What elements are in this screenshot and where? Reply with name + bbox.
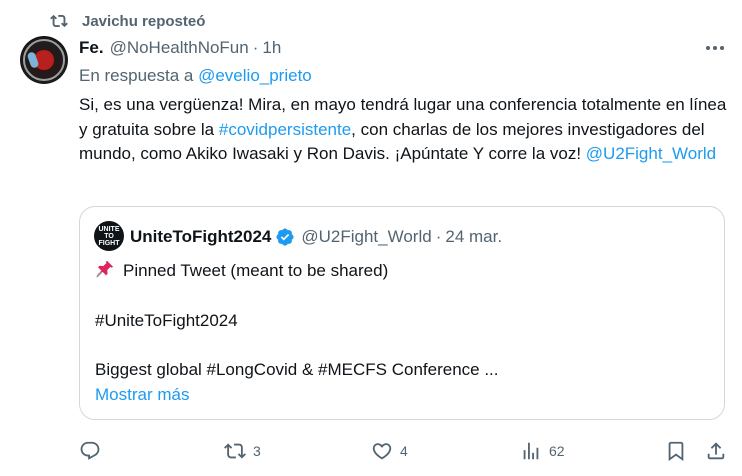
quote-time[interactable]: 24 mar. xyxy=(445,227,502,247)
repost-button[interactable]: 3 xyxy=(224,439,261,463)
tweet-text: Si, es una vergüenza! Mira, en mayo tend… xyxy=(79,93,729,167)
quote-avatar-text: UNITE TO FIGHT xyxy=(98,225,120,247)
repost-icon xyxy=(224,443,246,459)
quote-line2: #UniteToFight2024 xyxy=(95,311,238,330)
tweet-header: Fe. @NoHealthNoFun · 1h xyxy=(79,37,281,59)
reply-context: En respuesta a @evelio_prieto xyxy=(79,66,312,86)
avatar[interactable] xyxy=(20,36,68,84)
show-more-link[interactable]: Mostrar más xyxy=(95,385,189,405)
like-button[interactable]: 4 xyxy=(371,439,408,463)
reply-icon xyxy=(80,441,100,460)
views-count: 62 xyxy=(549,443,565,459)
quote-line1: Pinned Tweet (meant to be shared) xyxy=(123,261,389,280)
more-options-button[interactable] xyxy=(704,38,726,58)
pushpin-icon xyxy=(95,259,115,279)
verified-badge-icon xyxy=(275,227,295,247)
share-button[interactable] xyxy=(705,439,727,463)
author-name[interactable]: Fe. xyxy=(79,38,104,58)
share-icon xyxy=(707,442,725,460)
quote-header: UniteToFight2024 @U2Fight_World · 24 mar… xyxy=(130,226,502,248)
views-button[interactable]: 62 xyxy=(520,439,565,463)
quote-author-name[interactable]: UniteToFight2024 xyxy=(130,227,271,247)
reply-button[interactable] xyxy=(79,439,101,463)
like-count: 4 xyxy=(400,443,408,459)
views-chart-icon xyxy=(523,442,539,460)
mention-link[interactable]: @U2Fight_World xyxy=(586,144,716,163)
quote-separator-dot: · xyxy=(435,227,442,246)
reply-handle-link[interactable]: @evelio_prieto xyxy=(198,66,312,85)
bookmark-icon xyxy=(668,441,684,462)
quote-line3: Biggest global #LongCovid & #MECFS Confe… xyxy=(95,360,499,379)
repost-label: Javichu reposteó xyxy=(82,12,206,30)
repost-icon xyxy=(50,12,68,30)
separator-dot: · xyxy=(252,38,259,57)
repost-indicator[interactable]: Javichu reposteó xyxy=(50,10,205,32)
tweet-time[interactable]: 1h xyxy=(262,38,281,58)
more-dots-icon xyxy=(706,46,710,50)
quoted-tweet[interactable]: UNITE TO FIGHT UniteToFight2024 @U2Fight… xyxy=(79,206,725,420)
author-handle[interactable]: @NoHealthNoFun xyxy=(110,38,249,58)
quote-avatar[interactable]: UNITE TO FIGHT xyxy=(94,221,124,251)
action-bar: 3 4 62 xyxy=(0,439,742,463)
reply-prefix: En respuesta a xyxy=(79,66,194,85)
bookmark-button[interactable] xyxy=(665,439,687,463)
heart-icon xyxy=(372,443,392,460)
quote-line-pinned: Pinned Tweet (meant to be shared) xyxy=(95,259,388,281)
hashtag-link[interactable]: #covidpersistente xyxy=(219,120,351,139)
quote-author-handle[interactable]: @U2Fight_World xyxy=(301,227,431,247)
repost-count: 3 xyxy=(253,443,261,459)
